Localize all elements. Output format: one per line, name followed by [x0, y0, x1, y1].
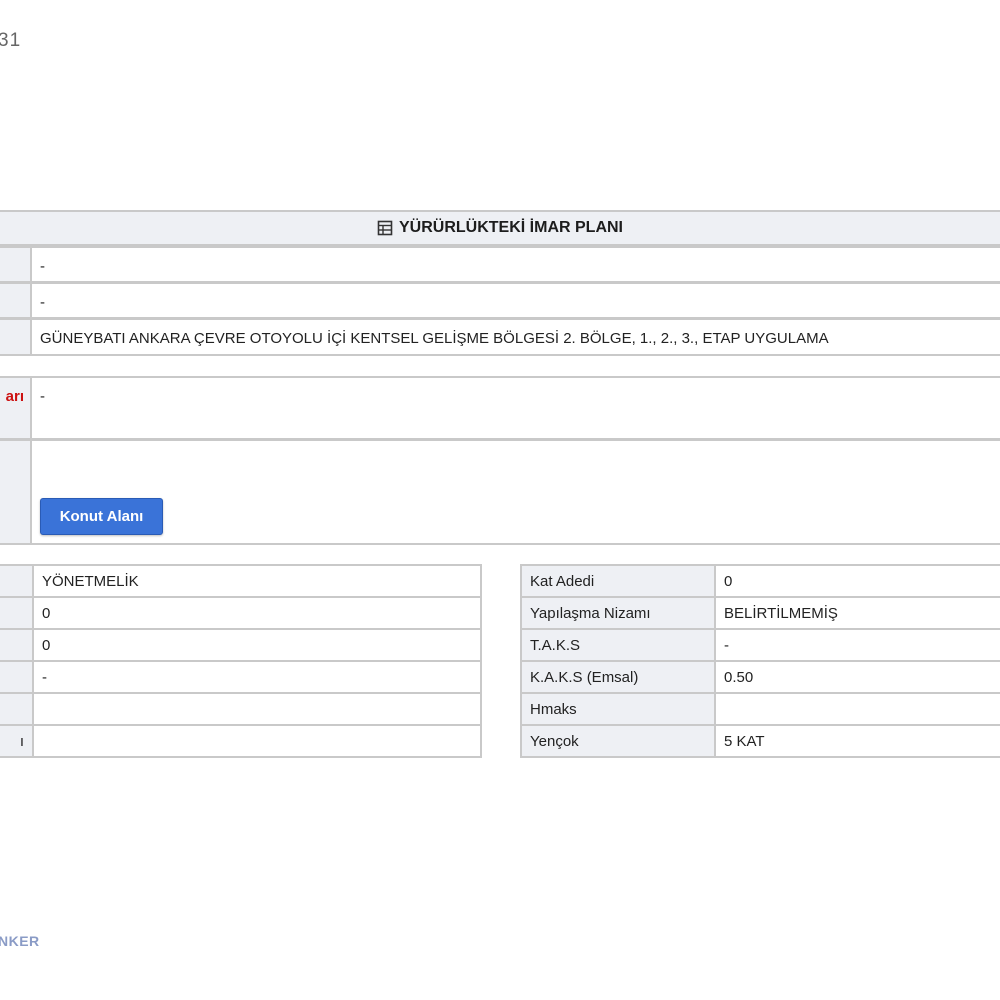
imar-plan-header: YÜRÜRLÜKTEKİ İMAR PLANI	[0, 210, 1000, 246]
imar-plan-title: YÜRÜRLÜKTEKİ İMAR PLANI	[399, 219, 623, 236]
attr-key: ı	[0, 724, 34, 758]
kaks-key: K.A.K.S (Emsal)	[520, 660, 716, 694]
table-row: -	[0, 660, 482, 694]
attr-value: YÖNETMELİK	[32, 564, 482, 598]
plan-row-value: -	[40, 294, 45, 311]
taks-value: -	[714, 628, 1000, 662]
plan-row-3: GÜNEYBATI ANKARA ÇEVRE OTOYOLU İÇİ KENTS…	[0, 318, 1000, 356]
attr-value: -	[32, 660, 482, 694]
table-row: K.A.K.S (Emsal) 0.50	[520, 660, 1000, 694]
yapilasma-nizami-key: Yapılaşma Nizamı	[520, 596, 716, 630]
plan-row-value: -	[40, 258, 45, 275]
attr-value: 0	[32, 596, 482, 630]
footer-brand-fragment: NKER	[0, 933, 40, 949]
area-label: arı	[0, 378, 32, 438]
plan-row-label	[0, 320, 32, 354]
plan-row-2: -	[0, 282, 1000, 319]
yencok-value: 5 KAT	[714, 724, 1000, 758]
table-row	[0, 692, 482, 726]
table-row: 0	[0, 596, 482, 630]
area-value: -	[40, 388, 45, 405]
attr-key	[0, 692, 34, 726]
plan-row-label	[0, 284, 32, 317]
left-attributes-table: YÖNETMELİK 0 0 - ı	[0, 564, 482, 758]
hmaks-value	[714, 692, 1000, 726]
table-row: Yençok 5 KAT	[520, 724, 1000, 758]
table-row: YÖNETMELİK	[0, 564, 482, 598]
function-label	[0, 441, 32, 543]
plan-row-label	[0, 248, 32, 281]
plan-row-1: -	[0, 246, 1000, 283]
table-row: Kat Adedi 0	[520, 564, 1000, 598]
table-row: Yapılaşma Nizamı BELİRTİLMEMİŞ	[520, 596, 1000, 630]
table-row: Hmaks	[520, 692, 1000, 726]
attr-value	[32, 724, 482, 758]
attr-key	[0, 564, 34, 598]
kat-adedi-key: Kat Adedi	[520, 564, 716, 598]
yencok-key: Yençok	[520, 724, 716, 758]
konut-alani-button[interactable]: Konut Alanı	[40, 498, 163, 535]
table-row: T.A.K.S -	[520, 628, 1000, 662]
attr-key	[0, 596, 34, 630]
attr-value	[32, 692, 482, 726]
table-row: 0	[0, 628, 482, 662]
kat-adedi-value: 0	[714, 564, 1000, 598]
function-value	[32, 441, 1000, 543]
attr-value: 0	[32, 628, 482, 662]
table-row: ı	[0, 724, 482, 758]
attr-key	[0, 660, 34, 694]
table-icon	[377, 220, 393, 236]
yapilasma-nizami-value: BELİRTİLMEMİŞ	[714, 596, 1000, 630]
taks-key: T.A.K.S	[520, 628, 716, 662]
hmaks-key: Hmaks	[520, 692, 716, 726]
area-row: arı -	[0, 376, 1000, 440]
kaks-value: 0.50	[714, 660, 1000, 694]
attr-key	[0, 628, 34, 662]
page-number-fragment: 31	[0, 30, 22, 51]
right-attributes-table: Kat Adedi 0 Yapılaşma Nizamı BELİRTİLMEM…	[520, 564, 1000, 758]
plan-name-value: GÜNEYBATI ANKARA ÇEVRE OTOYOLU İÇİ KENTS…	[40, 330, 829, 347]
